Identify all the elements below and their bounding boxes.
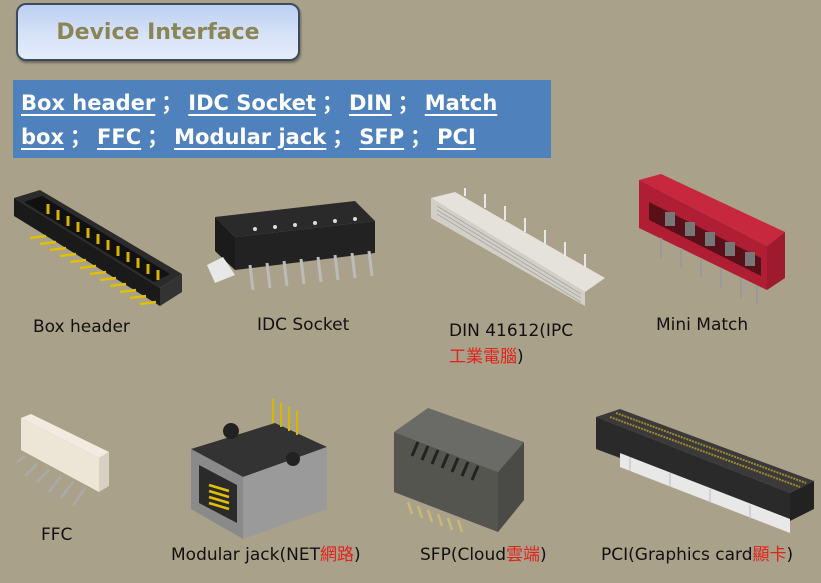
label-box-header: Box header bbox=[33, 317, 130, 337]
label-din: DIN 41612(IPC 工業電腦) bbox=[449, 318, 573, 370]
label-din-text: DIN 41612(IPC bbox=[449, 321, 574, 341]
pci-slot-image bbox=[596, 409, 814, 533]
link-box-header[interactable]: Box header bbox=[21, 91, 155, 115]
link-match-box-part1[interactable]: Match bbox=[425, 91, 498, 115]
label-sfp: SFP(Cloud雲端) bbox=[420, 540, 547, 565]
modular-jack-image bbox=[191, 399, 327, 539]
title-text: Device Interface bbox=[56, 19, 260, 45]
label-sfp-chinese: 雲端 bbox=[506, 545, 541, 565]
box-header-image bbox=[14, 190, 182, 306]
link-idc-socket[interactable]: IDC Socket bbox=[188, 91, 316, 115]
label-pci: PCI(Graphics card顯卡) bbox=[601, 540, 793, 565]
label-din-end: ) bbox=[517, 347, 524, 367]
separator: ； bbox=[397, 91, 419, 115]
separator: ； bbox=[332, 125, 354, 149]
link-pci[interactable]: PCI bbox=[437, 125, 476, 149]
separator: ； bbox=[410, 125, 432, 149]
link-sfp[interactable]: SFP bbox=[359, 125, 404, 149]
label-modular-jack-chinese: 網路 bbox=[319, 545, 354, 565]
link-modular-jack[interactable]: Modular jack bbox=[174, 125, 326, 149]
ffc-image bbox=[16, 414, 109, 507]
label-din-chinese: 工業電腦 bbox=[449, 347, 517, 367]
din-connector-image bbox=[431, 188, 605, 306]
connector-link-list: Box header； IDC Socket； DIN； Match box； FFC；… bbox=[13, 80, 551, 158]
label-modular-jack: Modular jack(NET網路) bbox=[171, 540, 361, 565]
link-match-box-part2[interactable]: box bbox=[21, 125, 64, 149]
label-pci-end: ) bbox=[786, 545, 794, 565]
label-modular-jack-end: ) bbox=[353, 545, 361, 565]
idc-socket-image bbox=[207, 201, 375, 291]
separator: ； bbox=[70, 125, 92, 149]
label-ffc: FFC bbox=[41, 525, 73, 545]
separator: ； bbox=[161, 91, 183, 115]
label-pci-chinese: 顯卡 bbox=[752, 545, 787, 565]
sfp-image bbox=[394, 408, 524, 533]
label-modular-jack-text: Modular jack(NET bbox=[171, 545, 320, 565]
link-din[interactable]: DIN bbox=[349, 91, 392, 115]
label-sfp-end: ) bbox=[540, 545, 547, 565]
separator: ； bbox=[321, 91, 343, 115]
label-mini-match: Mini Match bbox=[656, 315, 749, 335]
label-idc-socket: IDC Socket bbox=[257, 315, 350, 335]
separator: ； bbox=[147, 125, 169, 149]
mini-match-image bbox=[639, 174, 785, 304]
label-pci-text: PCI(Graphics card bbox=[601, 545, 753, 565]
label-sfp-text: SFP(Cloud bbox=[420, 545, 507, 565]
title-button[interactable]: Device Interface bbox=[16, 3, 300, 61]
link-ffc[interactable]: FFC bbox=[97, 125, 141, 149]
